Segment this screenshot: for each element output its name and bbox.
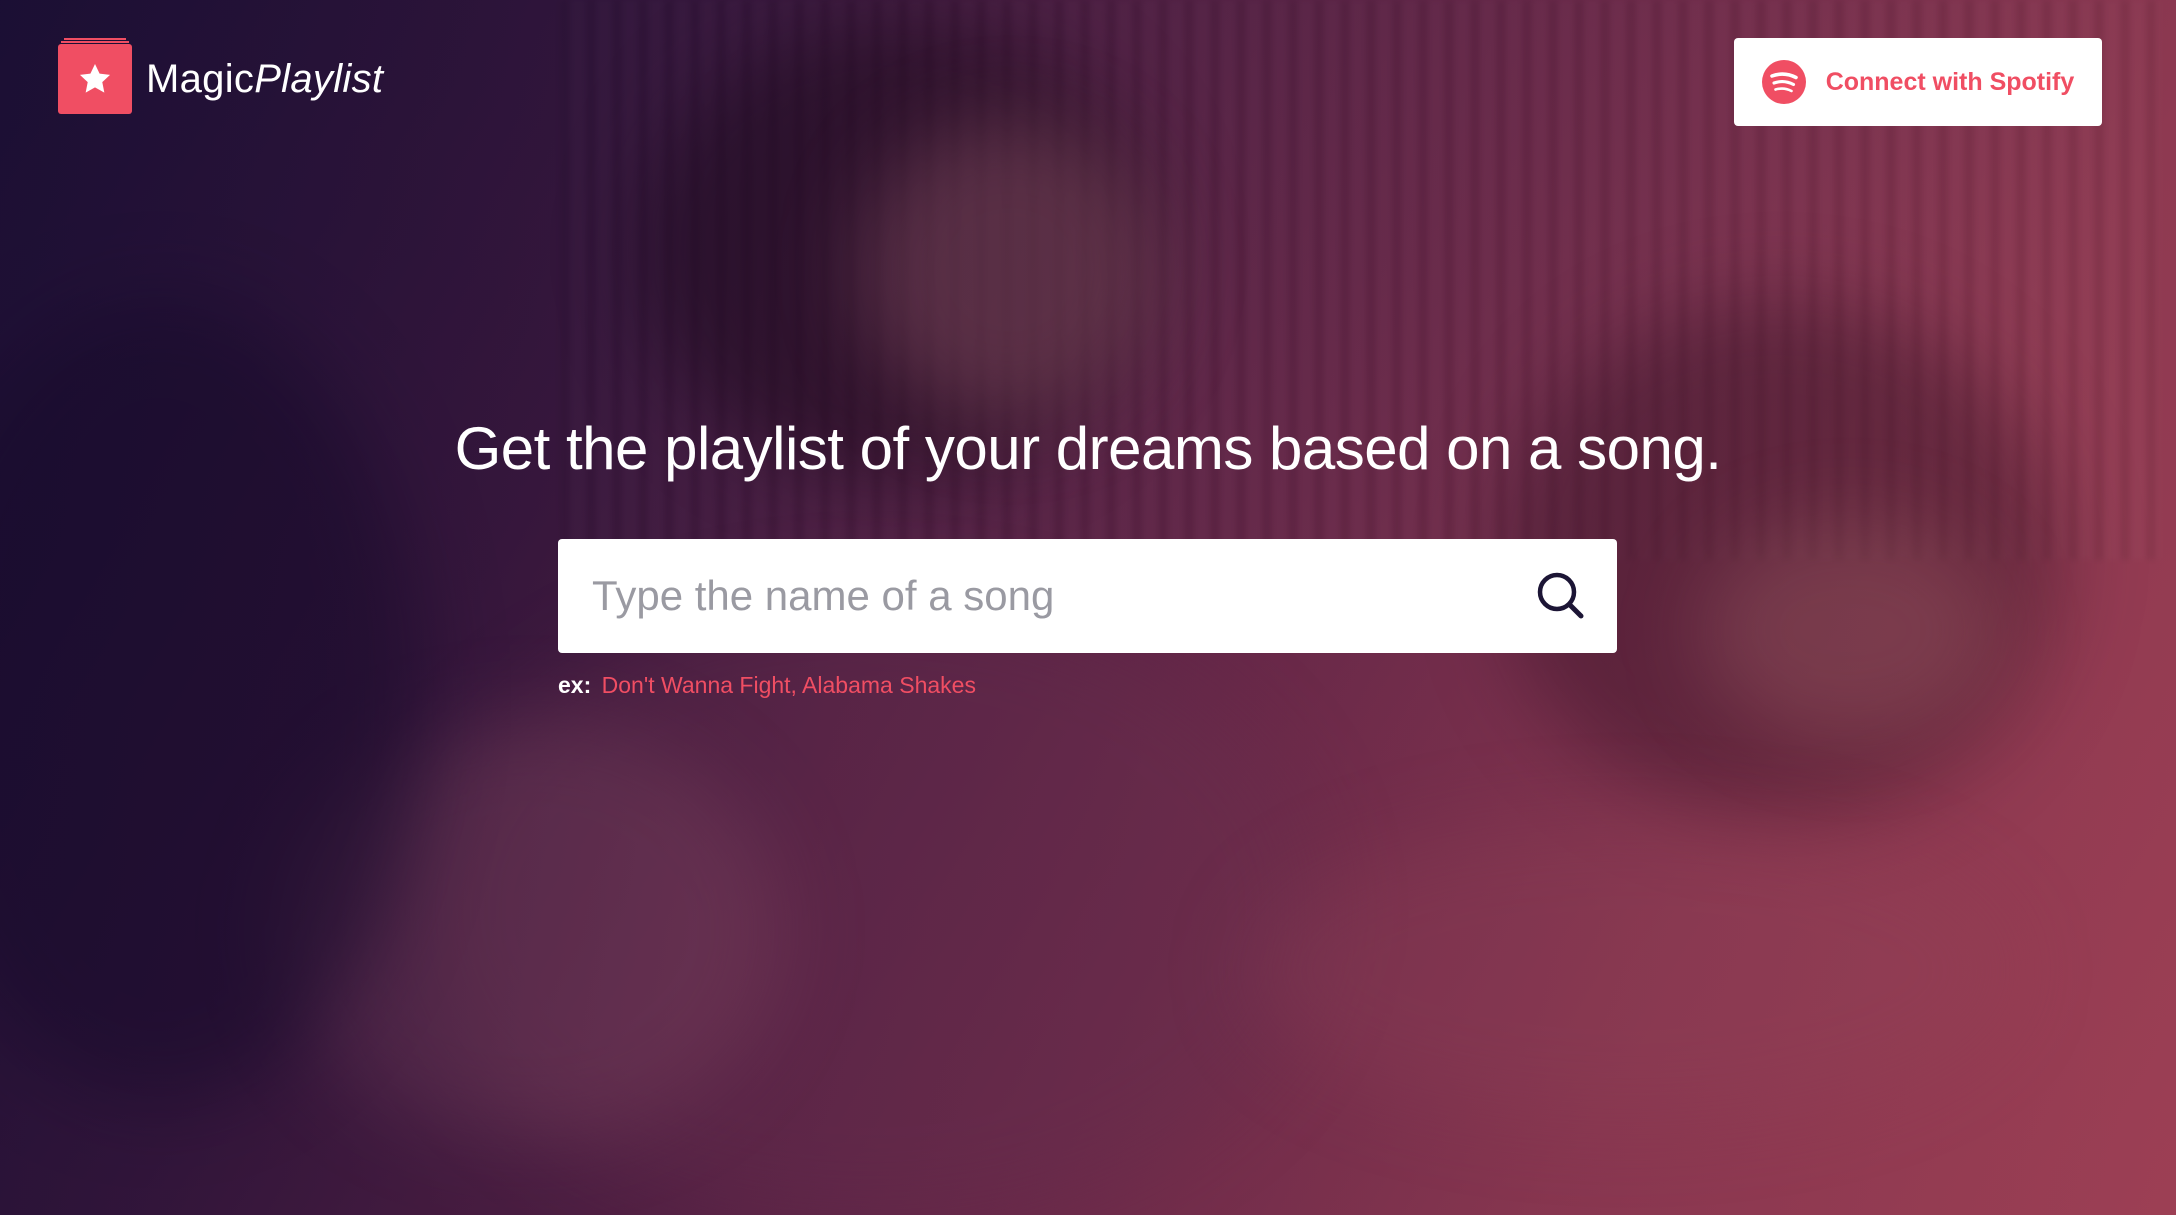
- song-search-input[interactable]: [590, 538, 1533, 654]
- hero-section: MagicPlaylist Connect with Spotify Get t…: [0, 0, 2176, 1215]
- star-icon: [79, 63, 111, 93]
- connect-spotify-button[interactable]: Connect with Spotify: [1734, 38, 2102, 126]
- logo-mark: [58, 38, 132, 114]
- example-song-link[interactable]: Don't Wanna Fight, Alabama Shakes: [602, 672, 976, 698]
- search-example: ex: Don't Wanna Fight, Alabama Shakes: [558, 672, 976, 699]
- example-prefix: ex:: [558, 672, 592, 698]
- brand-name-part2: Playlist: [254, 56, 384, 101]
- hero-headline: Get the playlist of your dreams based on…: [454, 415, 1722, 482]
- brand-name-part1: Magic: [146, 56, 255, 101]
- search-box[interactable]: [558, 538, 1617, 654]
- spotify-icon: [1761, 60, 1806, 104]
- connect-spotify-label: Connect with Spotify: [1825, 67, 2075, 96]
- brand-logo[interactable]: MagicPlaylist: [58, 38, 383, 114]
- search-icon[interactable]: [1533, 568, 1589, 624]
- brand-name: MagicPlaylist: [146, 57, 383, 102]
